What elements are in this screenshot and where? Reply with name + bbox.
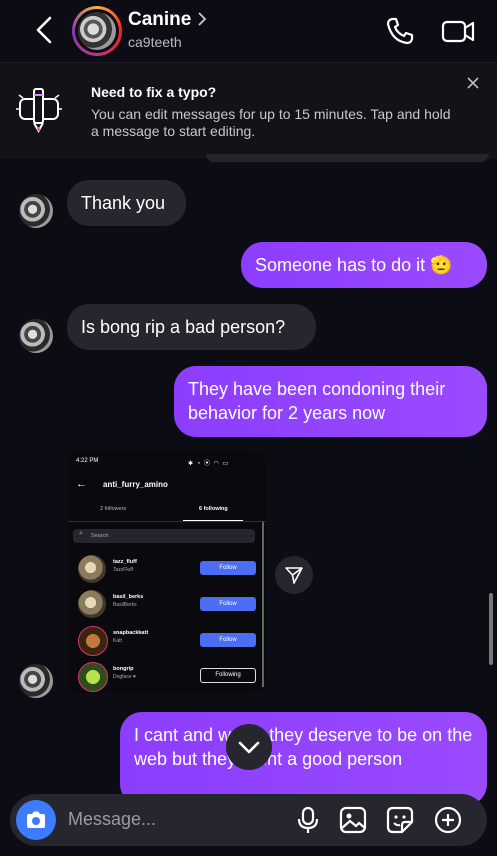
scrollbar[interactable] (489, 593, 493, 665)
screenshot-row-sub: Katt (113, 638, 122, 644)
screenshot-row-name: basil_berks (113, 594, 144, 600)
screenshot-row-avatar (78, 555, 106, 583)
screenshot-status-time: 4:22 PM (76, 458, 99, 464)
screenshot-row-avatar (78, 662, 108, 692)
sender-avatar[interactable] (19, 664, 53, 698)
screenshot-following-button: Following (200, 668, 256, 683)
video-call-icon[interactable] (440, 15, 476, 47)
gallery-icon[interactable] (338, 805, 368, 835)
shared-screenshot-image[interactable]: 4:22 PM ✱ ◔ ⦿ ◠ ▭ ← anti_furry_amino 2 f… (68, 450, 266, 694)
screenshot-follow-button: Follow (200, 633, 256, 647)
tip-title: Need to fix a typo? (91, 84, 217, 100)
chat-header: Canine ca9teeth (0, 0, 497, 62)
back-arrow-icon[interactable] (30, 14, 58, 46)
send-icon (285, 567, 303, 584)
screenshot-row-avatar (78, 590, 106, 618)
contact-name[interactable]: Canine (128, 9, 191, 31)
sticker-icon[interactable] (385, 805, 415, 835)
previous-message-edge (206, 154, 489, 162)
message-bubble-outgoing[interactable]: Someone has to do it 🫡 (241, 242, 487, 288)
screenshot-row-name: tazz_fluff (113, 559, 137, 565)
message-input[interactable]: Message... (68, 809, 156, 830)
screenshot-row-name: snapbackkatt (113, 630, 149, 636)
microphone-icon[interactable] (293, 805, 323, 835)
camera-button[interactable] (16, 800, 56, 840)
screenshot-back-arrow-icon: ← (76, 478, 87, 490)
screenshot-row-sub: TazzFluff (113, 567, 133, 573)
screenshot-tab-following: 6 following (199, 506, 228, 512)
edit-tip-banner: Need to fix a typo? You can edit message… (0, 62, 497, 158)
message-bubble-incoming[interactable]: Is bong rip a bad person? (67, 304, 316, 350)
message-composer: Message... (10, 794, 487, 846)
tip-body: You can edit messages for up to 15 minut… (91, 106, 451, 139)
screenshot-row-name: bongrip (113, 666, 134, 672)
share-button[interactable] (275, 556, 313, 594)
chevron-right-icon[interactable] (196, 10, 208, 28)
screenshot-row-avatar (78, 626, 108, 656)
screenshot-tab-followers: 2 followers (100, 506, 127, 512)
sender-avatar[interactable] (19, 319, 53, 353)
contact-username: ca9teeth (128, 34, 182, 50)
screenshot-title: anti_furry_amino (103, 480, 168, 489)
screenshot-row-sub: BasilBerks (113, 602, 137, 608)
screenshot-row-sub: Dogface ♥ (113, 674, 136, 680)
contact-avatar[interactable] (72, 6, 122, 56)
message-bubble-incoming[interactable]: Thank you (67, 180, 186, 226)
message-bubble-outgoing[interactable]: I cant and w say they deserve to be on t… (120, 712, 487, 806)
add-icon[interactable] (433, 805, 463, 835)
pencil-edit-icon (16, 88, 62, 134)
screenshot-follow-button: Follow (200, 597, 256, 611)
close-icon[interactable] (465, 75, 481, 91)
scroll-to-bottom-button[interactable] (226, 724, 272, 770)
phone-call-icon[interactable] (384, 15, 416, 47)
camera-icon (27, 811, 45, 828)
sender-avatar[interactable] (19, 194, 53, 228)
chevron-down-icon (238, 741, 260, 754)
screenshot-search-box: ⌕ Search (73, 529, 255, 543)
message-bubble-outgoing[interactable]: They have been condoning their behavior … (174, 366, 487, 437)
screenshot-status-icons: ✱ ◔ ⦿ ◠ ▭ (188, 461, 230, 467)
screenshot-follow-button: Follow (200, 561, 256, 575)
